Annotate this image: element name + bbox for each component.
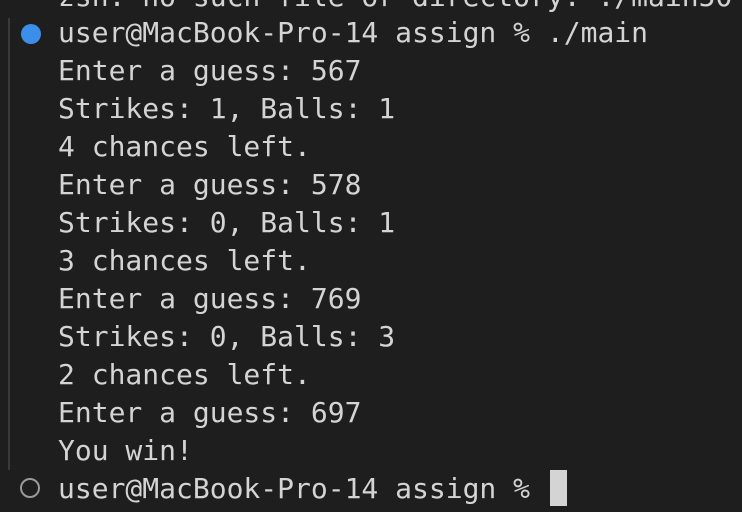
command-idle-dot-icon[interactable] — [20, 478, 40, 498]
terminal-output-line: Strikes: 1, Balls: 1 — [58, 92, 396, 125]
terminal-output-line: Enter a guess: 769 — [58, 282, 362, 315]
terminal-output-line: Strikes: 0, Balls: 1 — [58, 206, 396, 239]
terminal-cursor[interactable] — [550, 470, 567, 506]
terminal-output-line: 3 chances left. — [58, 244, 311, 277]
command-success-dot-icon[interactable] — [21, 24, 41, 44]
terminal-output-line: You win! — [58, 434, 193, 467]
terminal-output-line: 4 chances left. — [58, 130, 311, 163]
terminal-prompt-line: user@MacBook-Pro-14 assign % ./main — [58, 16, 649, 49]
terminal-output-line: Strikes: 0, Balls: 3 — [58, 320, 396, 353]
terminal-output-line: Enter a guess: 567 — [58, 54, 362, 87]
terminal-output-line: Enter a guess: 697 — [58, 396, 362, 429]
terminal-current-prompt: user@MacBook-Pro-14 assign % — [58, 472, 547, 505]
terminal-output-line: Enter a guess: 578 — [58, 168, 362, 201]
command-gutter-bar — [8, 18, 10, 470]
terminal-panel[interactable]: zsh: no such file or directory: ./main50… — [0, 0, 742, 512]
terminal-output-line: 2 chances left. — [58, 358, 311, 391]
